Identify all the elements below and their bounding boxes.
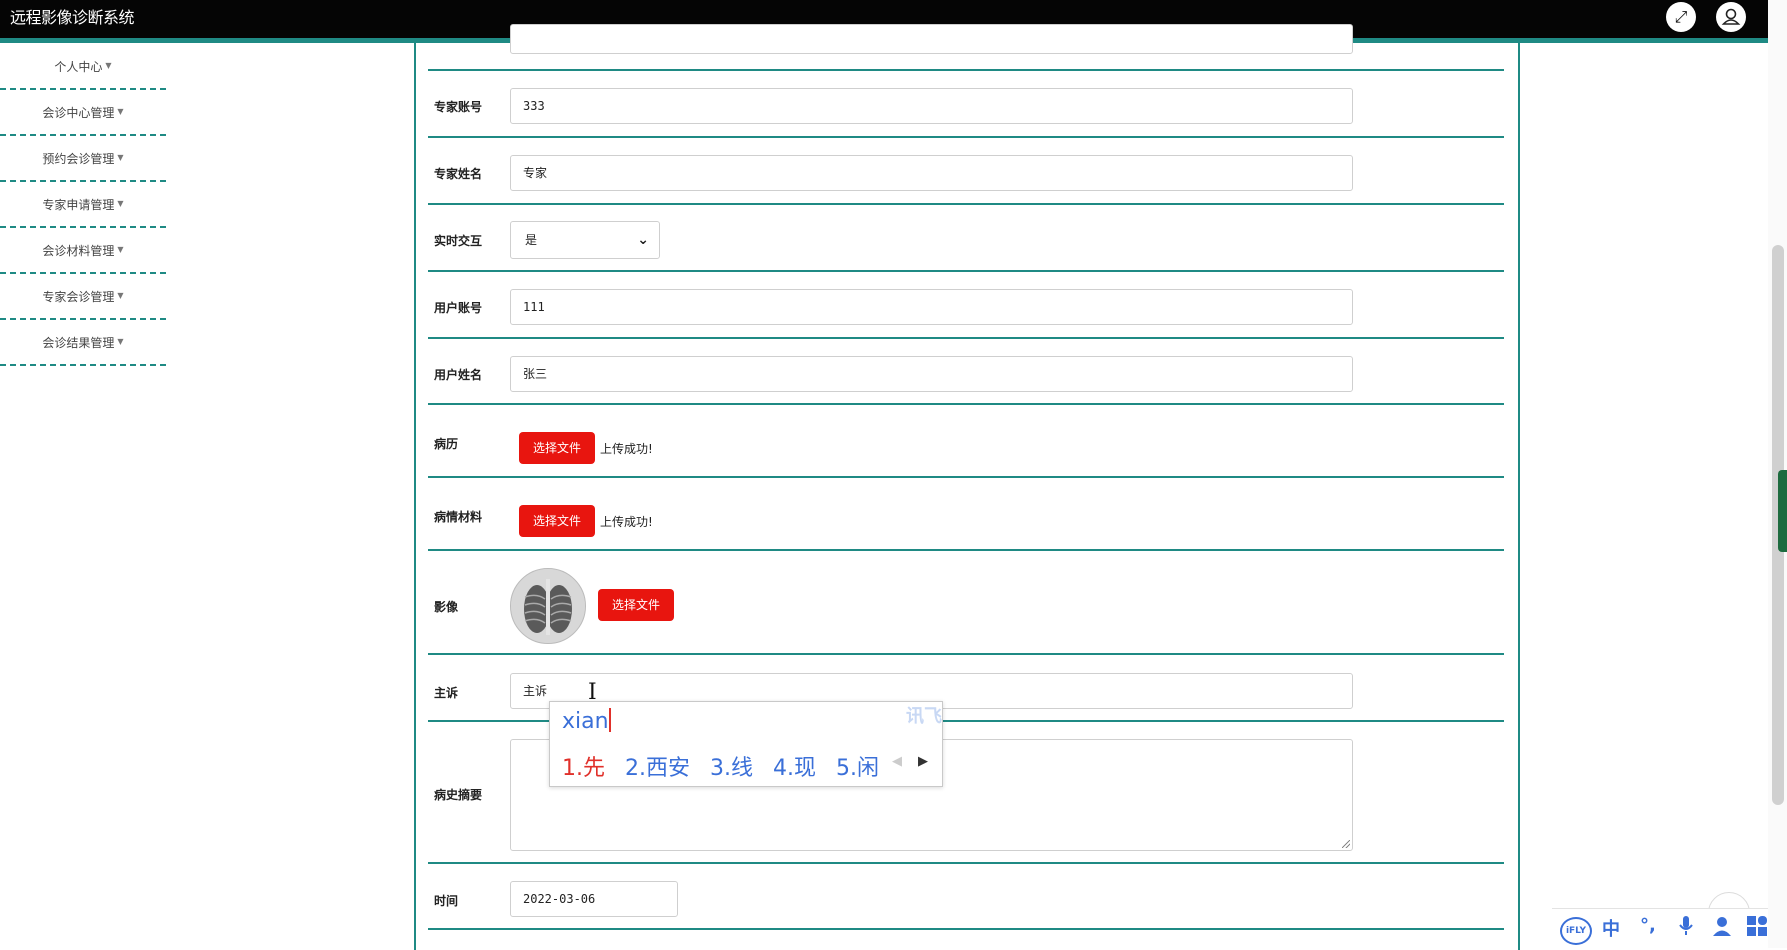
medical-record-upload-status: 上传成功! [600, 442, 653, 456]
medical-record-label: 病历 [434, 437, 459, 451]
history-summary-label: 病史摘要 [434, 788, 483, 802]
sidebar-item-expert-consult[interactable]: 专家会诊管理 ▼ [0, 274, 166, 320]
ifly-logo-icon[interactable]: iFLY [1560, 917, 1592, 945]
sidebar-item-consult-result[interactable]: 会诊结果管理 ▼ [0, 320, 166, 366]
cut-off-input[interactable] [510, 24, 1353, 54]
caret-down-icon: ▼ [117, 291, 124, 300]
sidebar-item-consult-center[interactable]: 会诊中心管理 ▼ [0, 90, 166, 136]
user-account-label: 用户账号 [434, 301, 483, 315]
expert-account-input[interactable]: 333 [510, 88, 1353, 124]
caret-down-icon: ▼ [117, 107, 124, 116]
chevron-down-icon: ⌄ [637, 232, 649, 248]
form-row-time: 时间 2022-03-06 [428, 864, 1504, 930]
user-icon[interactable] [1712, 915, 1732, 942]
condition-material-label: 病情材料 [434, 510, 483, 524]
resize-handle-icon[interactable] [1342, 840, 1350, 848]
complaint-label: 主诉 [434, 686, 459, 700]
caret-down-icon: ▼ [117, 153, 124, 162]
time-label: 时间 [434, 894, 459, 908]
ime-candidate[interactable]: 1.先 [562, 756, 605, 781]
ime-logo: 讯飞 [906, 706, 942, 727]
caret-down-icon: ▼ [117, 337, 124, 346]
user-name-input[interactable]: 张三 [510, 356, 1353, 392]
caret-down-icon: ▼ [117, 199, 124, 208]
caret-down-icon: ▼ [117, 245, 124, 254]
expert-account-label: 专家账号 [434, 100, 483, 114]
medical-record-choose-file-button[interactable]: 选择文件 [519, 432, 595, 464]
expert-name-label: 专家姓名 [434, 167, 483, 181]
caret-down-icon: ▼ [105, 61, 112, 70]
ime-toolbar: iFLY 中 °, [1552, 908, 1787, 949]
ime-candidate-popup[interactable]: xian 讯飞 1.先 2.西安 3.线 4.现 5.闲 ◀ ▶ [549, 701, 943, 787]
xray-thumbnail [510, 568, 586, 644]
form-row-expert-name: 专家姓名 专家 [428, 138, 1504, 205]
realtime-select[interactable]: 是 ⌄ [510, 221, 660, 259]
user-account-input[interactable]: 111 [510, 289, 1353, 325]
expert-name-input[interactable]: 专家 [510, 155, 1353, 191]
chinese-mode-icon[interactable]: 中 [1602, 915, 1620, 941]
ime-prev-icon: ◀ [892, 754, 902, 769]
user-icon[interactable] [1716, 2, 1746, 32]
form-row-user-name: 用户姓名 张三 [428, 339, 1504, 405]
ime-candidate[interactable]: 5.闲 [836, 756, 879, 781]
sidebar-item-appointment[interactable]: 预约会诊管理 ▼ [0, 136, 166, 182]
ime-page-arrows[interactable]: ◀ ▶ [892, 754, 928, 769]
mic-icon[interactable] [1678, 915, 1694, 942]
condition-material-choose-file-button[interactable]: 选择文件 [519, 505, 595, 537]
side-tab[interactable] [1778, 470, 1787, 552]
sidebar-item-label: 会诊材料管理 [42, 244, 115, 258]
sidebar-item-label: 个人中心 [54, 60, 103, 74]
expand-arrows-icon[interactable]: ⤢ [1666, 2, 1696, 32]
grid-icon[interactable] [1746, 915, 1768, 942]
punctuation-icon[interactable]: °, [1640, 915, 1656, 936]
sidebar-item-label: 预约会诊管理 [42, 152, 115, 166]
sidebar-item-label: 会诊结果管理 [42, 336, 115, 350]
form-row-condition-material: 病情材料 选择文件 上传成功! [428, 478, 1504, 551]
ime-candidate[interactable]: 4.现 [773, 756, 816, 781]
ime-candidate[interactable]: 3.线 [710, 756, 753, 781]
sidebar-item-personal-center[interactable]: 个人中心 ▼ [0, 44, 166, 90]
image-choose-file-button[interactable]: 选择文件 [598, 589, 674, 621]
sidebar-item-label: 专家申请管理 [42, 198, 115, 212]
time-input[interactable]: 2022-03-06 [510, 881, 678, 917]
sidebar-item-consult-material[interactable]: 会诊材料管理 ▼ [0, 228, 166, 274]
form-row-realtime: 实时交互 是 ⌄ [428, 205, 1504, 272]
ime-candidate[interactable]: 2.西安 [625, 756, 690, 781]
realtime-select-value: 是 [525, 233, 538, 247]
user-name-label: 用户姓名 [434, 368, 483, 382]
sidebar-item-expert-application[interactable]: 专家申请管理 ▼ [0, 182, 166, 228]
image-label: 影像 [434, 600, 459, 614]
form-row-image: 影像 选择文件 [428, 551, 1504, 655]
form-row-cut [428, 24, 1504, 71]
ime-composition: xian [562, 708, 611, 734]
sidebar: 个人中心 ▼ 会诊中心管理 ▼ 预约会诊管理 ▼ 专家申请管理 ▼ 会诊材料管理 ▼ 专家… [0, 44, 166, 366]
sidebar-item-label: 专家会诊管理 [42, 290, 115, 304]
form-row-medical-record: 病历 选择文件 上传成功! [428, 405, 1504, 478]
ime-next-icon: ▶ [918, 754, 928, 769]
sidebar-item-label: 会诊中心管理 [42, 106, 115, 120]
condition-material-upload-status: 上传成功! [600, 515, 653, 529]
form-row-user-account: 用户账号 111 [428, 272, 1504, 339]
app-title: 远程影像诊断系统 [10, 8, 135, 27]
ime-candidates: 1.先 2.西安 3.线 4.现 5.闲 [562, 750, 899, 782]
realtime-label: 实时交互 [434, 234, 483, 248]
form-row-expert-account: 专家账号 333 [428, 71, 1504, 138]
